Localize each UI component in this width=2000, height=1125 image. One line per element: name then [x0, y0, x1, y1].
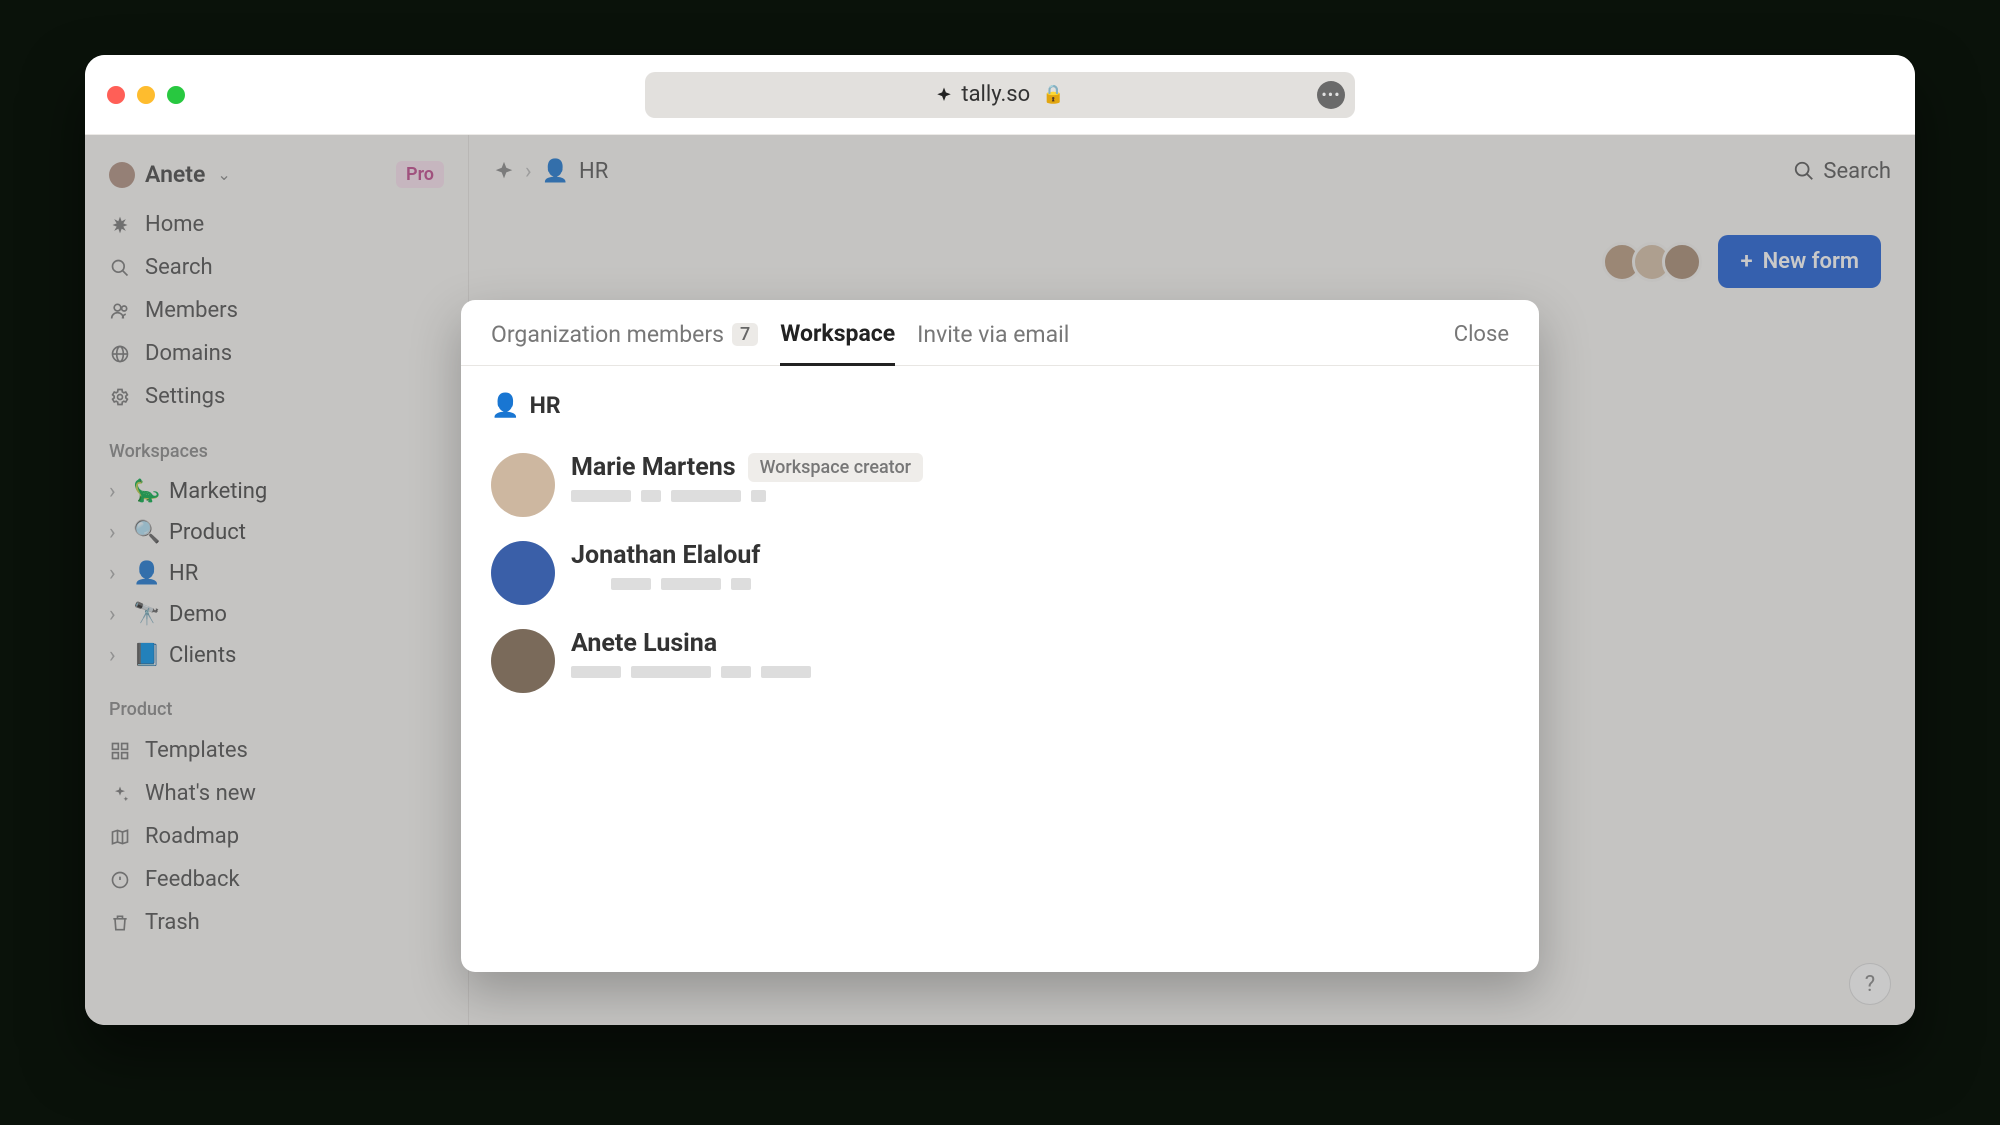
fullscreen-window-icon[interactable] [167, 86, 185, 104]
member-name-row: Anete Lusina [571, 629, 811, 658]
browser-window: tally.so 🔒 ••• Anete ⌄ Pro Home [85, 55, 1915, 1025]
tab-workspace[interactable]: Workspace [780, 320, 895, 366]
app-shell: Anete ⌄ Pro Home Search Member [85, 135, 1915, 1025]
close-window-icon[interactable] [107, 86, 125, 104]
minimize-window-icon[interactable] [137, 86, 155, 104]
member-row: Anete Lusina [491, 617, 1509, 705]
member-name: Anete Lusina [571, 629, 717, 658]
member-row: Marie Martens Workspace creator [491, 441, 1509, 529]
tab-label: Organization members [491, 321, 724, 348]
site-menu-icon[interactable]: ••• [1317, 81, 1345, 109]
member-name: Jonathan Elalouf [571, 541, 760, 570]
workspace-title: 👤 HR [491, 392, 1509, 419]
redacted-email [571, 578, 760, 590]
lock-icon: 🔒 [1042, 84, 1064, 105]
close-button[interactable]: Close [1454, 322, 1509, 363]
creator-badge: Workspace creator [748, 453, 923, 482]
url-text: tally.so [961, 82, 1030, 107]
redacted-email [571, 666, 811, 678]
avatar [491, 541, 555, 605]
avatar [491, 453, 555, 517]
members-modal: Organization members 7 Workspace Invite … [461, 300, 1539, 972]
redacted-email [571, 490, 923, 502]
tab-organization-members[interactable]: Organization members 7 [491, 321, 758, 364]
workspace-emoji: 👤 [491, 392, 520, 419]
tab-label: Invite via email [917, 321, 1069, 348]
member-row: Jonathan Elalouf [491, 529, 1509, 617]
member-name: Marie Martens [571, 453, 736, 482]
tab-invite-email[interactable]: Invite via email [917, 321, 1069, 364]
tally-logo-icon [935, 86, 953, 104]
browser-chrome: tally.so 🔒 ••• [85, 55, 1915, 135]
tab-label: Workspace [780, 320, 895, 347]
workspace-name: HR [530, 392, 561, 419]
modal-tabs: Organization members 7 Workspace Invite … [461, 300, 1539, 366]
address-bar[interactable]: tally.so 🔒 ••• [645, 72, 1355, 118]
member-name-row: Jonathan Elalouf [571, 541, 760, 570]
avatar [491, 629, 555, 693]
modal-body: 👤 HR Marie Martens Workspace creator [461, 366, 1539, 731]
member-name-row: Marie Martens Workspace creator [571, 453, 923, 482]
traffic-lights [107, 86, 185, 104]
tab-count: 7 [732, 323, 758, 346]
